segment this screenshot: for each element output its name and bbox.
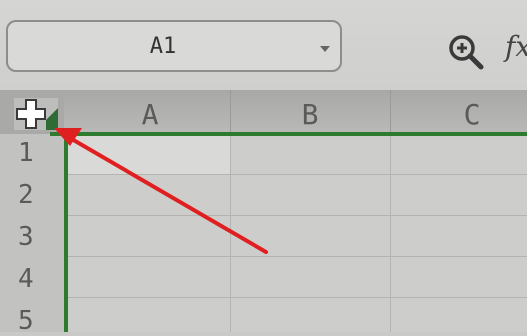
select-all-corner[interactable] xyxy=(0,90,64,134)
name-box[interactable]: A1 xyxy=(6,20,342,72)
row-header-3[interactable]: 3 xyxy=(0,222,64,252)
insert-function-button[interactable]: fx xyxy=(505,30,527,63)
zoom-icon[interactable] xyxy=(446,32,486,72)
column-divider[interactable] xyxy=(230,90,231,134)
column-header-a[interactable]: A xyxy=(108,98,192,131)
selection-border-left xyxy=(64,132,68,332)
active-cell-a1[interactable] xyxy=(66,134,230,175)
row-header-4[interactable]: 4 xyxy=(0,264,64,294)
column-header-b[interactable]: B xyxy=(268,98,352,131)
name-box-value: A1 xyxy=(149,34,177,59)
name-box-dropdown-icon[interactable] xyxy=(320,46,330,52)
row-header-bar: 1 2 3 4 5 xyxy=(0,134,66,336)
spreadsheet-grid: A B C 1 2 3 4 5 xyxy=(0,90,527,336)
selection-border-top xyxy=(50,132,527,136)
formula-toolbar: A1 fx xyxy=(0,0,527,90)
column-divider[interactable] xyxy=(390,90,391,134)
column-header-c[interactable]: C xyxy=(430,98,514,131)
row-header-1[interactable]: 1 xyxy=(0,138,64,168)
row-header-2[interactable]: 2 xyxy=(0,180,64,210)
column-header-bar: A B C xyxy=(0,90,527,134)
select-all-icon xyxy=(14,98,58,130)
